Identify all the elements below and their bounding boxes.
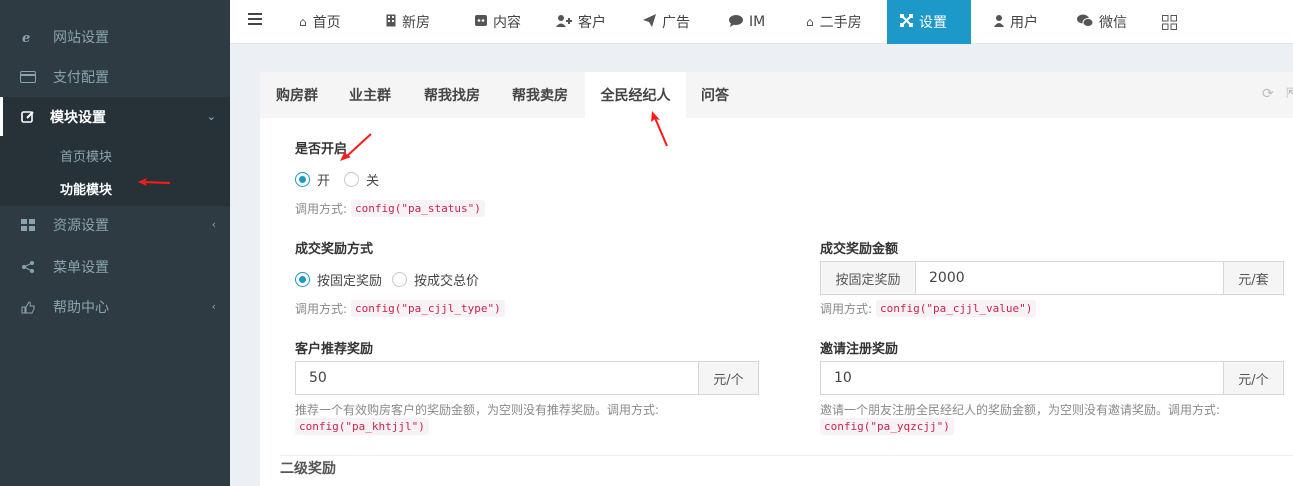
user-plus-icon — [556, 14, 572, 30]
invite-help: 邀请一个朋友注册全民经纪人的奖励金额，为空则没有邀请奖励。调用方式: — [820, 403, 1221, 417]
nav-item-im[interactable]: IM — [716, 0, 778, 44]
reward-type-radio-fixed[interactable]: 按固定奖励 — [295, 270, 382, 289]
nav-item-user[interactable]: 用户 — [981, 0, 1051, 44]
edit-icon — [20, 110, 36, 124]
radio-checked-icon — [295, 272, 310, 287]
reward-value-suffix: 元/套 — [1223, 262, 1283, 294]
annotation-arrow-icon — [340, 133, 372, 161]
nav-item-content[interactable]: 内容 — [462, 0, 534, 44]
svg-text:e: e — [22, 31, 30, 44]
settings-icon — [900, 14, 913, 30]
reward-value-input[interactable] — [916, 262, 1223, 294]
refresh-icon[interactable]: ⟳ — [1262, 86, 1274, 102]
status-radio-on[interactable]: 开 — [295, 170, 330, 189]
referral-code: config("pa_khtjjl") — [295, 418, 429, 435]
nav-item-ads[interactable]: 广告 — [630, 0, 703, 44]
referral-input-group: 元/个 — [295, 361, 759, 395]
home-icon: ⌂ — [299, 15, 307, 29]
top-navbar: ⌂ 首页 新房 内容 客户 广告 IM ⌂ 二手房 设置 用户 微信 — [230, 0, 1293, 44]
wechat-icon — [1077, 14, 1094, 30]
annotation-arrow-icon — [138, 178, 171, 186]
nav-item-settings[interactable]: 设置 — [887, 0, 971, 44]
sidebar-item-label: 模块设置 — [50, 110, 106, 126]
th-large-icon — [20, 218, 36, 232]
invite-label: 邀请注册奖励 — [820, 342, 899, 357]
nav-item-new-house[interactable]: 新房 — [373, 0, 443, 44]
invite-input[interactable] — [821, 362, 1223, 394]
status-radio-off[interactable]: 关 — [344, 170, 379, 189]
reward-value-prefix: 按固定奖励 — [821, 262, 916, 294]
reward-type-label: 成交奖励方式 — [295, 242, 374, 257]
sidebar-submenu: 首页模块 功能模块 — [0, 136, 230, 206]
nav-item-customer[interactable]: 客户 — [543, 0, 619, 44]
share-icon — [20, 260, 36, 274]
sidebar-item-help-center[interactable]: 帮助中心 ‹ — [0, 287, 230, 327]
ie-icon: e — [20, 30, 36, 44]
nav-item-second-hand[interactable]: ⌂ 二手房 — [793, 0, 875, 44]
referral-code-row: config("pa_khtjjl") — [295, 418, 429, 435]
reward-value-label: 成交奖励金额 — [820, 242, 899, 257]
nav-item-wechat[interactable]: 微信 — [1064, 0, 1140, 44]
sidebar-item-module-settings[interactable]: 模块设置 ⌄ — [0, 97, 230, 137]
referral-help: 推荐一个有效购房客户的奖励金额，为空则没有推荐奖励。调用方式: — [295, 403, 660, 417]
apps-grid-icon[interactable] — [1149, 0, 1190, 44]
comment-icon — [729, 14, 743, 30]
nav-item-home[interactable]: ⌂ 首页 — [286, 0, 354, 44]
paper-plane-icon — [643, 14, 656, 30]
status-help: 调用方式: config("pa_status") — [295, 200, 485, 217]
chevron-left-icon: ‹ — [211, 300, 216, 313]
building-icon — [386, 14, 396, 30]
sidebar-item-menu-settings[interactable]: 菜单设置 — [0, 247, 230, 287]
content-icon — [475, 15, 487, 29]
invite-code-row: config("pa_yqzcjj") — [820, 418, 954, 435]
section-title-secondary-reward: 二级奖励 — [280, 461, 336, 477]
sidebar-item-resource-settings[interactable]: 资源设置 ‹ — [0, 205, 230, 245]
thumbs-up-icon — [20, 300, 36, 314]
user-icon — [994, 14, 1004, 30]
status-code: config("pa_status") — [351, 200, 485, 217]
sidebar-item-label: 菜单设置 — [53, 260, 109, 276]
submenu-item-feature-module[interactable]: 功能模块 — [60, 179, 112, 198]
sidebar-item-website-settings[interactable]: e 网站设置 — [0, 17, 230, 57]
menu-toggle-icon[interactable] — [248, 13, 262, 27]
submenu-item-home-module[interactable]: 首页模块 — [60, 146, 112, 165]
annotation-arrow-icon — [651, 111, 668, 147]
sidebar: e 网站设置 支付配置 模块设置 ⌄ 首页模块 功能模块 资源设置 ‹ 菜单设置 — [0, 0, 230, 486]
radio-unchecked-icon — [344, 172, 359, 187]
reward-value-help: 调用方式: config("pa_cjjl_value") — [820, 300, 1037, 317]
radio-unchecked-icon — [392, 272, 407, 287]
credit-card-icon — [20, 70, 36, 84]
home-icon: ⌂ — [806, 15, 814, 29]
radio-checked-icon — [295, 172, 310, 187]
reward-type-help: 调用方式: config("pa_cjjl_type") — [295, 300, 505, 317]
referral-label: 客户推荐奖励 — [295, 342, 374, 357]
reward-type-code: config("pa_cjjl_type") — [351, 300, 505, 317]
fullscreen-icon[interactable]: ⇱ — [1286, 86, 1293, 102]
invite-code: config("pa_yqzcjj") — [820, 418, 954, 435]
sidebar-item-label: 支付配置 — [53, 70, 109, 86]
sidebar-item-label: 资源设置 — [53, 218, 109, 234]
invite-suffix: 元/个 — [1223, 362, 1283, 394]
section-divider — [280, 455, 1293, 456]
chevron-left-icon: ‹ — [211, 218, 216, 231]
chevron-down-icon: ⌄ — [206, 110, 216, 123]
tab-qa[interactable]: 问答 — [701, 72, 729, 118]
tab-find-house[interactable]: 帮我找房 — [424, 72, 480, 118]
reward-value-code: config("pa_cjjl_value") — [876, 300, 1037, 317]
reward-type-radio-total[interactable]: 按成交总价 — [392, 270, 479, 289]
reward-value-input-group: 按固定奖励 元/套 — [820, 261, 1284, 295]
invite-input-group: 元/个 — [820, 361, 1284, 395]
tab-owner-group[interactable]: 业主群 — [349, 72, 391, 118]
referral-input[interactable] — [296, 362, 698, 394]
tab-buyer-group[interactable]: 购房群 — [276, 72, 318, 118]
referral-suffix: 元/个 — [698, 362, 758, 394]
tab-bar: 购房群 业主群 帮我找房 帮我卖房 全民经纪人 问答 ⟳ ⇱ — [260, 72, 1293, 118]
sidebar-item-label: 网站设置 — [53, 30, 109, 46]
tab-sell-house[interactable]: 帮我卖房 — [512, 72, 568, 118]
sidebar-item-payment[interactable]: 支付配置 — [0, 57, 230, 97]
sidebar-item-label: 帮助中心 — [53, 300, 109, 316]
